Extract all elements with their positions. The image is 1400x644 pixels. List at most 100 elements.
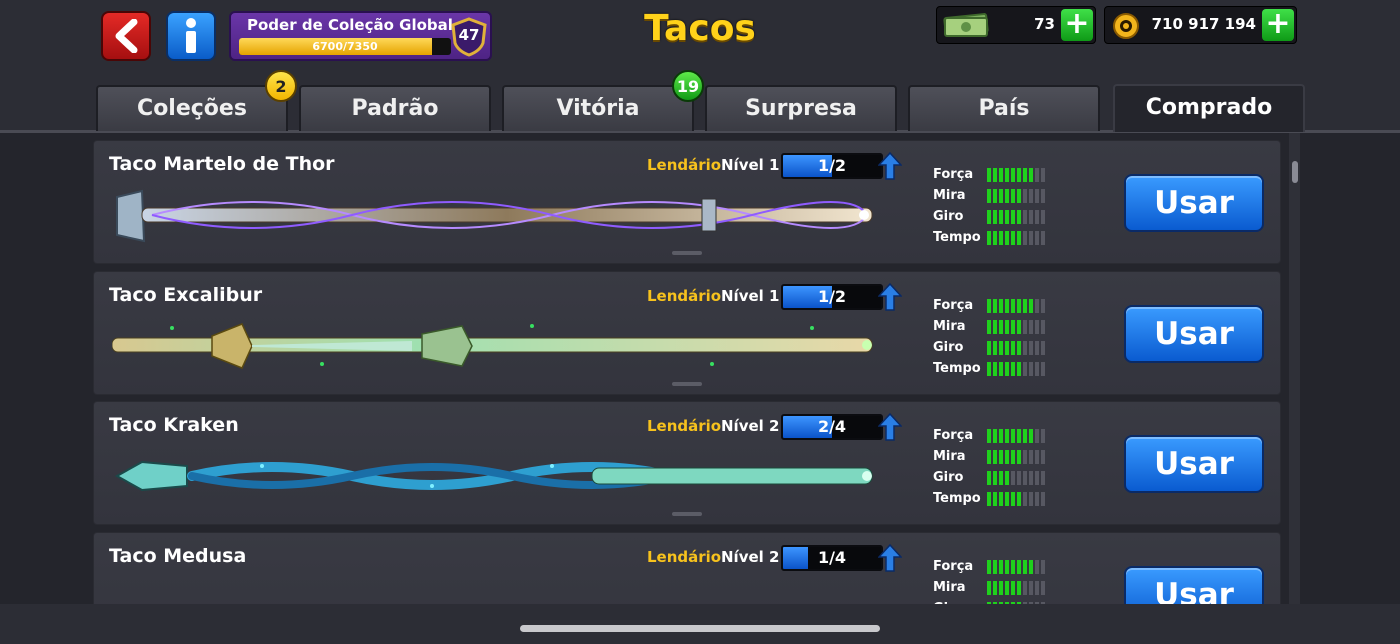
- tab-surpresa[interactable]: Surpresa: [705, 85, 897, 131]
- stat-segment: [993, 320, 997, 334]
- stat-segment: [1023, 320, 1027, 334]
- stat-segment: [1035, 362, 1039, 376]
- stat-segment: [1029, 299, 1033, 313]
- home-indicator[interactable]: [520, 625, 880, 632]
- stat-segment: [1023, 362, 1027, 376]
- stat-segment: [999, 429, 1003, 443]
- stat-segment: [993, 231, 997, 245]
- stat-segment: [999, 189, 1003, 203]
- upgrade-arrow-icon[interactable]: [878, 413, 902, 441]
- stat-segment: [1041, 450, 1045, 464]
- stat-segment: [987, 320, 991, 334]
- stat-segment: [1017, 362, 1021, 376]
- cue-list[interactable]: Taco Martelo de Thor Lendário Nível 1 1/…: [0, 133, 1400, 604]
- stat-spin-bar: [987, 341, 1045, 355]
- stat-segment: [1017, 581, 1021, 595]
- stat-segment: [1041, 320, 1045, 334]
- add-cash-button[interactable]: +: [1061, 9, 1093, 41]
- stat-segment: [1017, 299, 1021, 313]
- stat-segment: [1005, 560, 1009, 574]
- stat-segment: [993, 210, 997, 224]
- collection-power-panel[interactable]: Poder de Coleção Global 6700/7350 47: [229, 11, 492, 61]
- stat-segment: [1029, 581, 1033, 595]
- use-button[interactable]: Usar: [1124, 305, 1264, 363]
- back-button[interactable]: [101, 11, 151, 61]
- upgrade-arrow-icon[interactable]: [878, 152, 902, 180]
- stat-segment: [999, 210, 1003, 224]
- back-arrow-icon: [115, 19, 138, 53]
- stat-segment: [1017, 560, 1021, 574]
- scrollbar[interactable]: [1289, 133, 1300, 604]
- stat-segment: [1011, 362, 1015, 376]
- stat-force-bar: [987, 429, 1045, 443]
- stat-segment: [999, 450, 1003, 464]
- use-button[interactable]: Usar: [1124, 174, 1264, 232]
- stat-time-bar: [987, 362, 1045, 376]
- tab-comprado[interactable]: Comprado: [1113, 84, 1305, 132]
- cue-level-progress-text: 1/2: [817, 156, 847, 175]
- stat-segment: [987, 471, 991, 485]
- stat-segment: [1029, 168, 1033, 182]
- upgrade-arrow-icon[interactable]: [878, 544, 902, 572]
- stat-segment: [993, 560, 997, 574]
- cue-level-progress: 1/2: [781, 153, 883, 179]
- stat-segment: [999, 362, 1003, 376]
- stat-segment: [999, 471, 1003, 485]
- stat-force-label: Força: [933, 428, 974, 443]
- stat-force-label: Força: [933, 167, 974, 182]
- scroll-thumb[interactable]: [1292, 161, 1298, 183]
- stat-segment: [1035, 320, 1039, 334]
- stat-segment: [1029, 560, 1033, 574]
- card-handle: [672, 382, 702, 386]
- upgrade-arrow-icon[interactable]: [878, 283, 902, 311]
- add-coins-button[interactable]: +: [1262, 9, 1294, 41]
- cue-rarity: Lendário: [647, 156, 722, 174]
- stat-segment: [1035, 429, 1039, 443]
- tab-colecoes[interactable]: Coleções: [96, 85, 288, 131]
- stat-segment: [1041, 362, 1045, 376]
- stat-segment: [1005, 492, 1009, 506]
- stat-segment: [1017, 429, 1021, 443]
- stat-segment: [1005, 341, 1009, 355]
- stat-segment: [1029, 429, 1033, 443]
- stat-segment: [1011, 492, 1015, 506]
- stat-segment: [993, 341, 997, 355]
- stat-aim-label: Mira: [933, 319, 966, 334]
- stat-segment: [1017, 231, 1021, 245]
- stat-aim-bar: [987, 581, 1045, 595]
- stat-segment: [1023, 299, 1027, 313]
- cue-card: Taco Excalibur Lendário Nível 1 1/2 Forç…: [93, 271, 1281, 395]
- stat-segment: [999, 168, 1003, 182]
- stat-segment: [1035, 231, 1039, 245]
- stat-segment: [1005, 581, 1009, 595]
- stat-segment: [1029, 320, 1033, 334]
- stat-spin-label: Giro: [933, 209, 964, 224]
- tab-pais[interactable]: País: [908, 85, 1100, 131]
- stat-segment: [987, 231, 991, 245]
- cue-level-progress: 2/4: [781, 414, 883, 440]
- stat-spin-label: Giro: [933, 340, 964, 355]
- stat-segment: [1041, 560, 1045, 574]
- page-title: Tacos: [644, 8, 756, 49]
- use-button[interactable]: Usar: [1124, 566, 1264, 604]
- tab-padrao[interactable]: Padrão: [299, 85, 491, 131]
- cue-level-progress-text: 2/4: [817, 417, 847, 436]
- stat-segment: [1029, 471, 1033, 485]
- stat-segment: [999, 299, 1003, 313]
- tab-vitoria[interactable]: Vitória: [502, 85, 694, 131]
- cue-level-progress: 1/4: [781, 545, 883, 571]
- cue-card: Taco Medusa Lendário Nível 2 1/4 Força M…: [93, 532, 1281, 604]
- cash-value: 73: [1034, 15, 1055, 33]
- stat-segment: [1023, 450, 1027, 464]
- stat-segment: [1017, 450, 1021, 464]
- stat-segment: [993, 362, 997, 376]
- stat-segment: [1017, 471, 1021, 485]
- info-button[interactable]: [166, 11, 216, 61]
- stat-segment: [999, 320, 1003, 334]
- stat-segment: [1029, 210, 1033, 224]
- stat-segment: [1023, 189, 1027, 203]
- use-button[interactable]: Usar: [1124, 435, 1264, 493]
- stat-segment: [1023, 471, 1027, 485]
- stat-time-label: Tempo: [933, 230, 981, 245]
- stat-segment: [993, 189, 997, 203]
